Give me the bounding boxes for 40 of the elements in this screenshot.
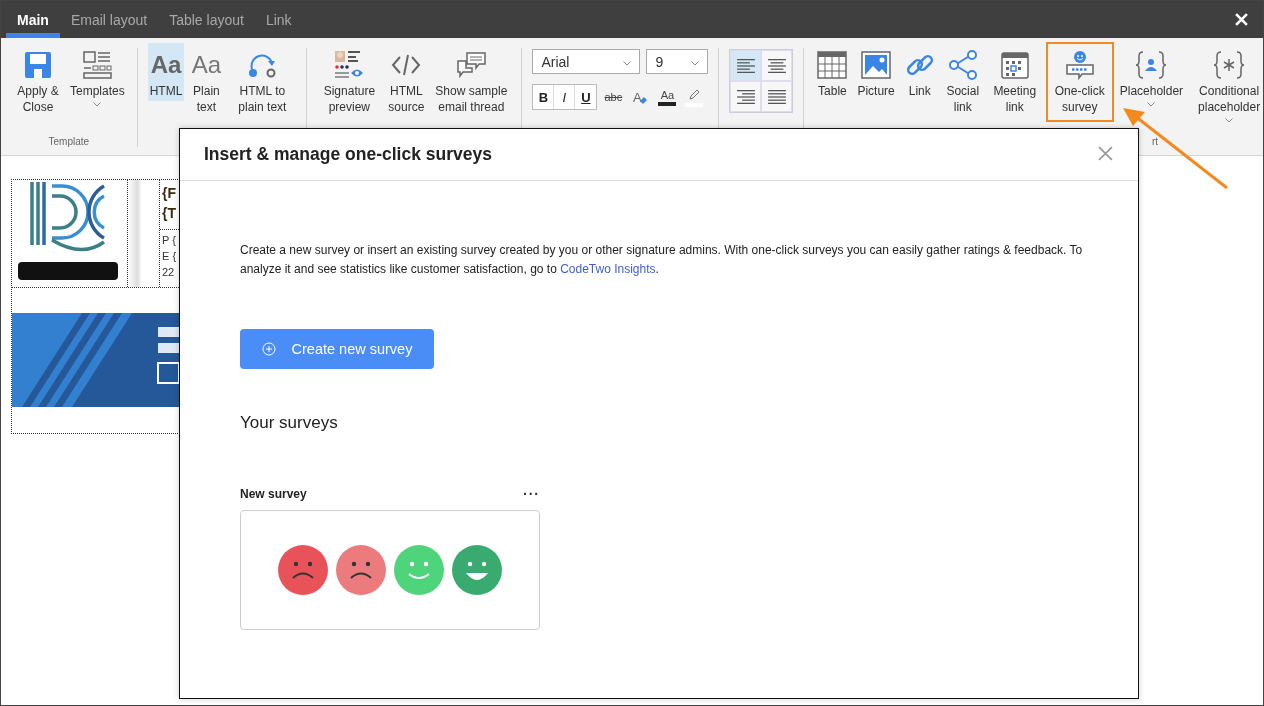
- tab[interactable]: Email layout: [59, 1, 159, 38]
- placeholder-text: {T: [162, 204, 177, 223]
- ribbon-button[interactable]: HTML source: [384, 43, 429, 117]
- ribbon-button[interactable]: Aa HTML: [147, 43, 185, 101]
- ribbon-button[interactable]: Placeholder: [1117, 43, 1186, 109]
- section-title: Your surveys: [240, 413, 339, 433]
- ribbon-button[interactable]: Picture: [855, 43, 897, 101]
- ribbon-button[interactable]: Table: [814, 43, 851, 101]
- tab[interactable]: Link: [254, 1, 303, 38]
- ribbon-button[interactable]: One-click survey: [1046, 43, 1113, 121]
- group-label: Template: [47, 136, 91, 147]
- ribbon-button[interactable]: Aa Plain text: [187, 43, 226, 117]
- ribbon-button[interactable]: Show sample email thread: [431, 43, 512, 117]
- font-dropdown[interactable]: Arial: [532, 49, 641, 74]
- ribbon-button[interactable]: Templates: [68, 43, 127, 109]
- font-color-button[interactable]: Aa: [656, 85, 679, 109]
- clear-format-button[interactable]: A: [629, 85, 652, 109]
- survey-name: New survey: [240, 487, 307, 501]
- ribbon-button[interactable]: Signature preview: [317, 43, 382, 117]
- placeholder-text: 22: [162, 265, 176, 280]
- placeholder-text: {F: [162, 184, 177, 203]
- tab[interactable]: Table layout: [158, 1, 255, 38]
- ribbon-button[interactable]: HTML to plain text: [228, 43, 297, 117]
- strikethrough-button[interactable]: abc: [602, 85, 625, 109]
- italic-button[interactable]: I: [554, 85, 576, 109]
- placeholder-text: P {: [162, 233, 177, 248]
- placeholder-text: E {: [162, 249, 178, 264]
- bold-button[interactable]: B: [533, 85, 555, 109]
- insights-link[interactable]: CodeTwo Insights: [560, 262, 656, 276]
- ribbon-button[interactable]: Link: [901, 43, 938, 101]
- more-button[interactable]: ···: [523, 486, 540, 502]
- ribbon-button[interactable]: Social link: [942, 43, 983, 117]
- ribbon-button[interactable]: Conditional placeholder: [1190, 43, 1263, 125]
- ribbon-button[interactable]: Apply & Close: [11, 43, 65, 117]
- dialog-title: Insert & manage one-click surveys: [204, 144, 492, 165]
- ribbon-button[interactable]: Meeting link: [987, 43, 1042, 117]
- group-label: rt: [1151, 136, 1160, 147]
- font-size-dropdown[interactable]: 9: [646, 49, 709, 74]
- underline-button[interactable]: U: [575, 85, 597, 109]
- description-text: Create a new survey or insert an existing survey created by you or other signature admins. With one-click surveys you can easily gather ratings & feedback. To analyze it and see statistics like customer satisfaction, go to CodeTwo Insights.: [240, 242, 1084, 278]
